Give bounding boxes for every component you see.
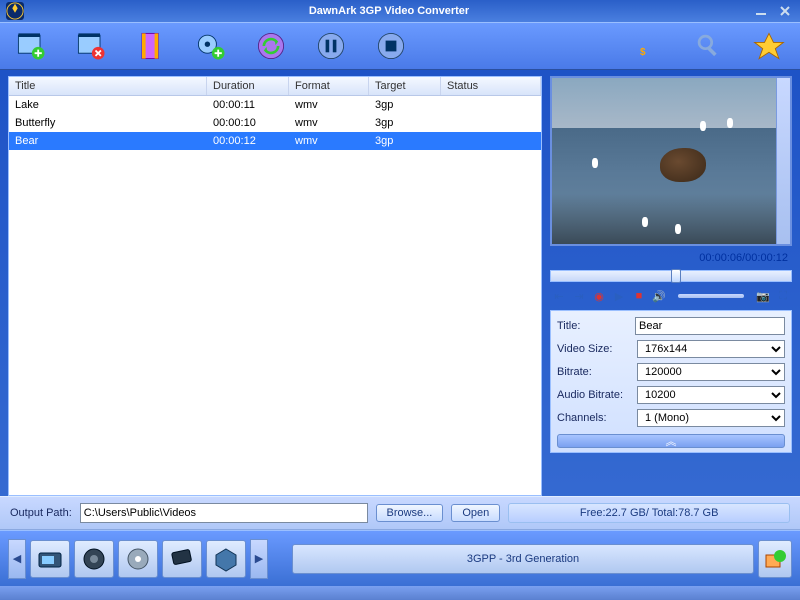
column-status[interactable]: Status bbox=[441, 77, 541, 95]
profile-settings-button[interactable] bbox=[758, 540, 792, 578]
buy-button[interactable]: $ bbox=[628, 27, 670, 65]
videosize-label: Video Size: bbox=[557, 343, 637, 355]
app-logo-icon bbox=[6, 2, 24, 20]
volume-icon[interactable]: 🔊 bbox=[652, 289, 666, 303]
title-label: Title: bbox=[557, 320, 635, 332]
pause-button[interactable] bbox=[310, 27, 352, 65]
volume-slider[interactable] bbox=[678, 294, 744, 298]
app-title: DawnArk 3GP Video Converter bbox=[32, 5, 746, 17]
file-list-header: Title Duration Format Target Status bbox=[9, 77, 541, 96]
column-target[interactable]: Target bbox=[369, 77, 441, 95]
column-title[interactable]: Title bbox=[9, 77, 207, 95]
clip-button[interactable] bbox=[130, 27, 172, 65]
profile-thumb-phone[interactable] bbox=[162, 540, 202, 578]
table-row[interactable]: Lake00:00:11wmv3gp bbox=[9, 96, 541, 114]
title-bar: DawnArk 3GP Video Converter bbox=[0, 0, 800, 22]
videosize-select[interactable]: 176x144 bbox=[637, 340, 785, 358]
preview-controls: ⇤ ⇥ ◉ ▶ ■ 🔊 📷 ⛶ bbox=[550, 286, 792, 306]
channels-select[interactable]: 1 (Mono) bbox=[637, 409, 785, 427]
stop-button[interactable]: ■ bbox=[632, 289, 646, 303]
footer-bar bbox=[0, 586, 800, 600]
stop-convert-button[interactable] bbox=[370, 27, 412, 65]
settings-button[interactable] bbox=[190, 27, 232, 65]
seek-slider[interactable] bbox=[550, 270, 792, 282]
close-button[interactable] bbox=[776, 4, 794, 18]
preview-scrollbar[interactable] bbox=[776, 78, 790, 244]
browse-button[interactable]: Browse... bbox=[376, 504, 444, 522]
play-button[interactable]: ▶ bbox=[612, 289, 626, 303]
svg-text:$: $ bbox=[640, 47, 646, 58]
output-path-input[interactable] bbox=[80, 503, 368, 523]
profile-next-button[interactable]: ▶ bbox=[250, 539, 268, 579]
table-row[interactable]: Bear00:00:12wmv3gp bbox=[9, 132, 541, 150]
profile-thumb-disc[interactable] bbox=[118, 540, 158, 578]
channels-label: Channels: bbox=[557, 412, 637, 424]
table-row[interactable]: Butterfly00:00:10wmv3gp bbox=[9, 114, 541, 132]
column-duration[interactable]: Duration bbox=[207, 77, 289, 95]
preview-panel: 00:00:06/00:00:12 ⇤ ⇥ ◉ ▶ ■ 🔊 📷 ⛶ Title:… bbox=[550, 76, 792, 496]
profile-label[interactable]: 3GPP - 3rd Generation bbox=[292, 544, 754, 574]
main-toolbar: $ bbox=[0, 22, 800, 70]
remove-file-button[interactable] bbox=[70, 27, 112, 65]
preview-content bbox=[660, 148, 706, 182]
title-input[interactable] bbox=[635, 317, 785, 335]
disk-space-indicator: Free:22.7 GB/ Total:78.7 GB bbox=[508, 503, 790, 523]
audiobitrate-label: Audio Bitrate: bbox=[557, 389, 637, 401]
audiobitrate-select[interactable]: 10200 bbox=[637, 386, 785, 404]
minimize-button[interactable] bbox=[752, 4, 770, 18]
convert-button[interactable] bbox=[250, 27, 292, 65]
output-path-label: Output Path: bbox=[10, 507, 72, 519]
expand-properties-button[interactable]: ︽ bbox=[557, 434, 785, 448]
column-format[interactable]: Format bbox=[289, 77, 369, 95]
output-row: Output Path: Browse... Open Free:22.7 GB… bbox=[0, 496, 800, 530]
open-button[interactable]: Open bbox=[451, 504, 500, 522]
bitrate-select[interactable]: 120000 bbox=[637, 363, 785, 381]
file-list-panel: Title Duration Format Target Status Lake… bbox=[8, 76, 542, 496]
register-button[interactable] bbox=[688, 27, 730, 65]
add-file-button[interactable] bbox=[10, 27, 52, 65]
record-button[interactable]: ◉ bbox=[592, 289, 606, 303]
next-frame-button[interactable]: ⇥ bbox=[572, 289, 586, 303]
profile-thumb-box[interactable] bbox=[206, 540, 246, 578]
preview-display bbox=[550, 76, 792, 246]
prev-frame-button[interactable]: ⇤ bbox=[552, 289, 566, 303]
bitrate-label: Bitrate: bbox=[557, 366, 637, 378]
fullscreen-button[interactable]: ⛶ bbox=[776, 289, 790, 303]
help-button[interactable] bbox=[748, 27, 790, 65]
properties-panel: Title: Video Size: 176x144 Bitrate: 1200… bbox=[550, 310, 792, 453]
profile-prev-button[interactable]: ◀ bbox=[8, 539, 26, 579]
profile-thumb-audio[interactable] bbox=[74, 540, 114, 578]
profile-bar: ◀ ▶ 3GPP - 3rd Generation bbox=[0, 530, 800, 586]
profile-thumb-device[interactable] bbox=[30, 540, 70, 578]
snapshot-button[interactable]: 📷 bbox=[756, 289, 770, 303]
preview-time: 00:00:06/00:00:12 bbox=[550, 250, 792, 266]
